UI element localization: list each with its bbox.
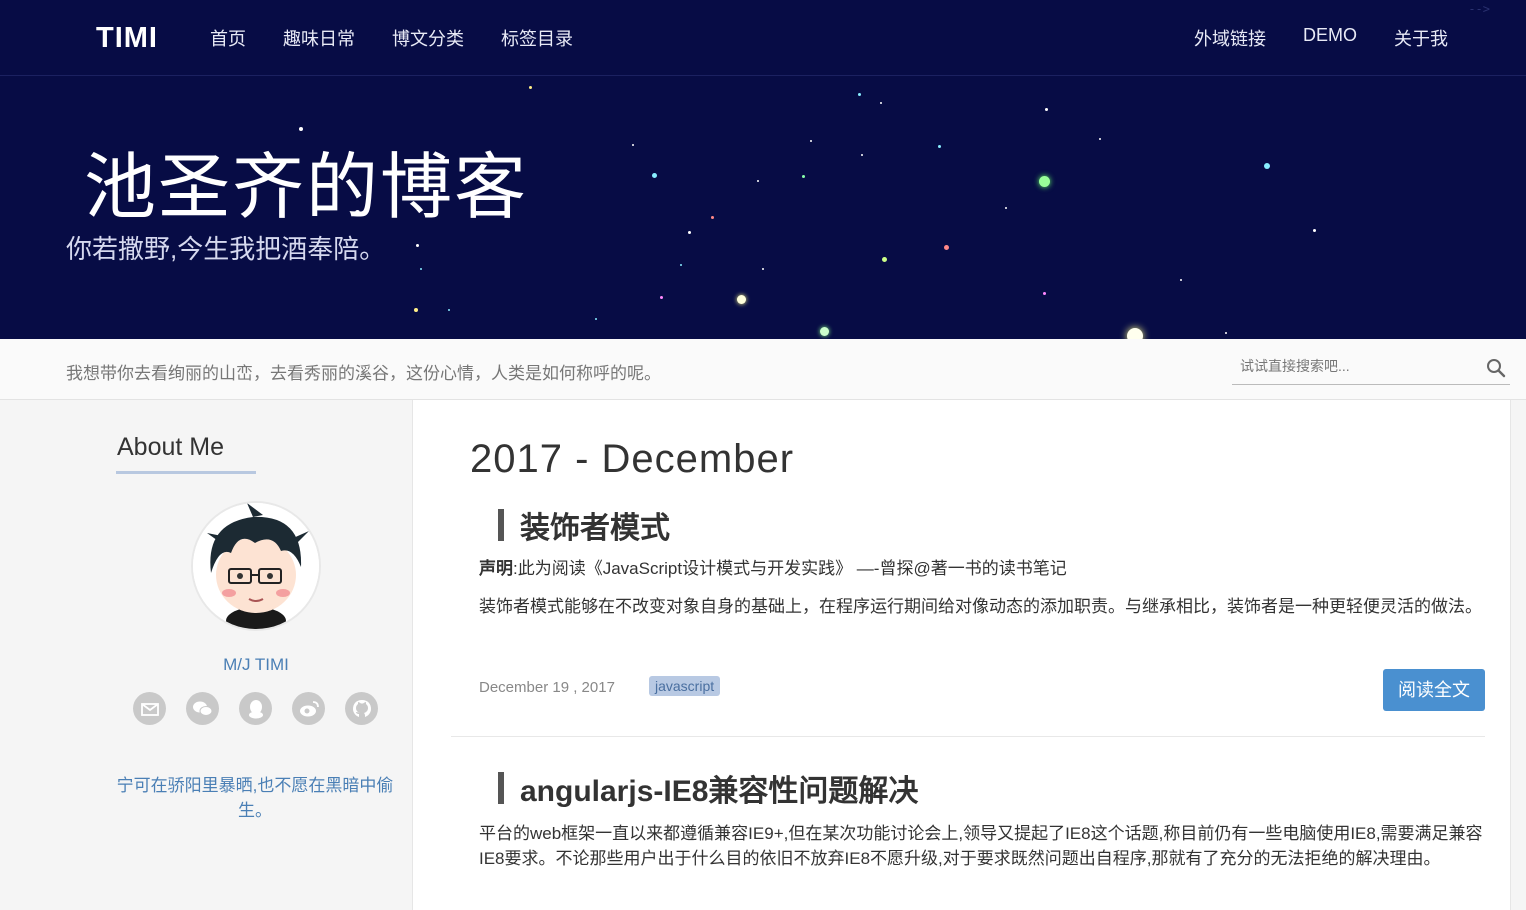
- site-title: 池圣齐的博客: [84, 145, 529, 229]
- star: [416, 244, 419, 247]
- star: [711, 216, 714, 219]
- main-content: 2017 - December 装饰者模式 声明:此为阅读《JavaScript…: [412, 400, 1511, 910]
- statement-text: :此为阅读《JavaScript设计模式与开发实践》 —-曾探@著一书的读书笔记: [513, 559, 1067, 578]
- nav-item-tags[interactable]: 标签目录: [501, 25, 573, 51]
- social-links: [133, 692, 378, 725]
- post-date: December 19 , 2017: [479, 679, 615, 696]
- star: [762, 268, 764, 270]
- mail-icon[interactable]: [133, 692, 166, 725]
- about-underline: [116, 471, 256, 474]
- star: [810, 140, 812, 142]
- star: [1039, 176, 1050, 187]
- avatar: [193, 503, 319, 629]
- star: [757, 180, 759, 182]
- nav-item-links[interactable]: 外域链接: [1194, 25, 1266, 51]
- nav-menu-left: 首页 趣味日常 博文分类 标签目录: [210, 25, 610, 51]
- star: [1225, 332, 1227, 334]
- archive-month-heading: 2017 - December: [470, 437, 795, 481]
- star: [737, 295, 746, 304]
- site-subtitle: 你若撒野,今生我把酒奉陪。: [66, 234, 386, 264]
- statement-label: 声明: [479, 559, 513, 578]
- star: [880, 102, 882, 104]
- star: [448, 309, 450, 311]
- star: [858, 93, 861, 96]
- star: [861, 154, 863, 156]
- star: [688, 231, 691, 234]
- post-excerpt: 装饰者模式能够在不改变对象自身的基础上，在程序运行期间给对像动态的添加职责。与继…: [479, 597, 1482, 616]
- star: [938, 145, 941, 148]
- qq-icon[interactable]: [239, 692, 272, 725]
- post-excerpt: 平台的web框架一直以来都遵循兼容IE9+,但在某次功能讨论会上,领导又提起了I…: [479, 824, 1483, 868]
- search-box: [1232, 353, 1510, 385]
- star: [595, 318, 597, 320]
- wechat-icon[interactable]: [186, 692, 219, 725]
- star: [820, 327, 829, 336]
- nav-item-home[interactable]: 首页: [210, 25, 246, 51]
- star: [1045, 108, 1048, 111]
- star: [652, 173, 657, 178]
- post-title[interactable]: angularjs-IE8兼容性问题解决: [498, 766, 918, 810]
- about-me-heading: About Me: [117, 433, 225, 461]
- nav-item-categories[interactable]: 博文分类: [392, 25, 464, 51]
- star: [1005, 207, 1007, 209]
- search-input[interactable]: [1238, 357, 1472, 375]
- site-logo[interactable]: TIMI: [96, 22, 158, 55]
- star: [944, 245, 949, 250]
- star: [680, 264, 682, 266]
- sidebar: About Me M/J TIMI 宁可在骄阳里暴晒,也不愿在黑暗中偷生。: [0, 400, 412, 910]
- nav-item-daily[interactable]: 趣味日常: [283, 25, 355, 51]
- avatar-illustration: [193, 503, 319, 629]
- star: [1264, 163, 1270, 169]
- star: [1043, 292, 1046, 295]
- post-title[interactable]: 装饰者模式: [498, 503, 670, 547]
- star: [1313, 229, 1316, 232]
- nav-item-demo[interactable]: DEMO: [1303, 25, 1357, 51]
- read-more-button[interactable]: 阅读全文: [1383, 669, 1485, 711]
- star: [414, 308, 418, 312]
- weibo-icon[interactable]: [292, 692, 325, 725]
- post-divider: [451, 736, 1485, 737]
- post-tag[interactable]: javascript: [649, 676, 721, 696]
- star: [1180, 279, 1182, 281]
- star: [1099, 138, 1101, 140]
- hero-header: TIMI 首页 趣味日常 博文分类 标签目录 外域链接 DEMO 关于我 -->…: [0, 0, 1526, 339]
- star: [632, 144, 634, 146]
- motto-text: 我想带你去看绚丽的山峦，去看秀丽的溪谷，这份心情，人类是如何称呼的呢。: [66, 364, 661, 383]
- star: [802, 175, 805, 178]
- star: [529, 86, 532, 89]
- star: [660, 296, 663, 299]
- post-statement: 声明:此为阅读《JavaScript设计模式与开发实践》 —-曾探@著一书的读书…: [479, 556, 1487, 581]
- nav-menu-right: 外域链接 DEMO 关于我: [1157, 25, 1448, 51]
- top-navbar: TIMI 首页 趣味日常 博文分类 标签目录 外域链接 DEMO 关于我 -->: [0, 0, 1526, 76]
- star: [1127, 328, 1143, 339]
- html-comment-artifact: -->: [1468, 2, 1490, 16]
- star: [882, 257, 887, 262]
- star: [420, 268, 422, 270]
- github-icon[interactable]: [345, 692, 378, 725]
- sidebar-quote: 宁可在骄阳里暴晒,也不愿在黑暗中偷生。: [116, 776, 394, 820]
- nav-item-about[interactable]: 关于我: [1394, 25, 1448, 51]
- motto-search-bar: 我想带你去看绚丽的山峦，去看秀丽的溪谷，这份心情，人类是如何称呼的呢。: [0, 339, 1526, 400]
- search-icon[interactable]: [1486, 358, 1506, 378]
